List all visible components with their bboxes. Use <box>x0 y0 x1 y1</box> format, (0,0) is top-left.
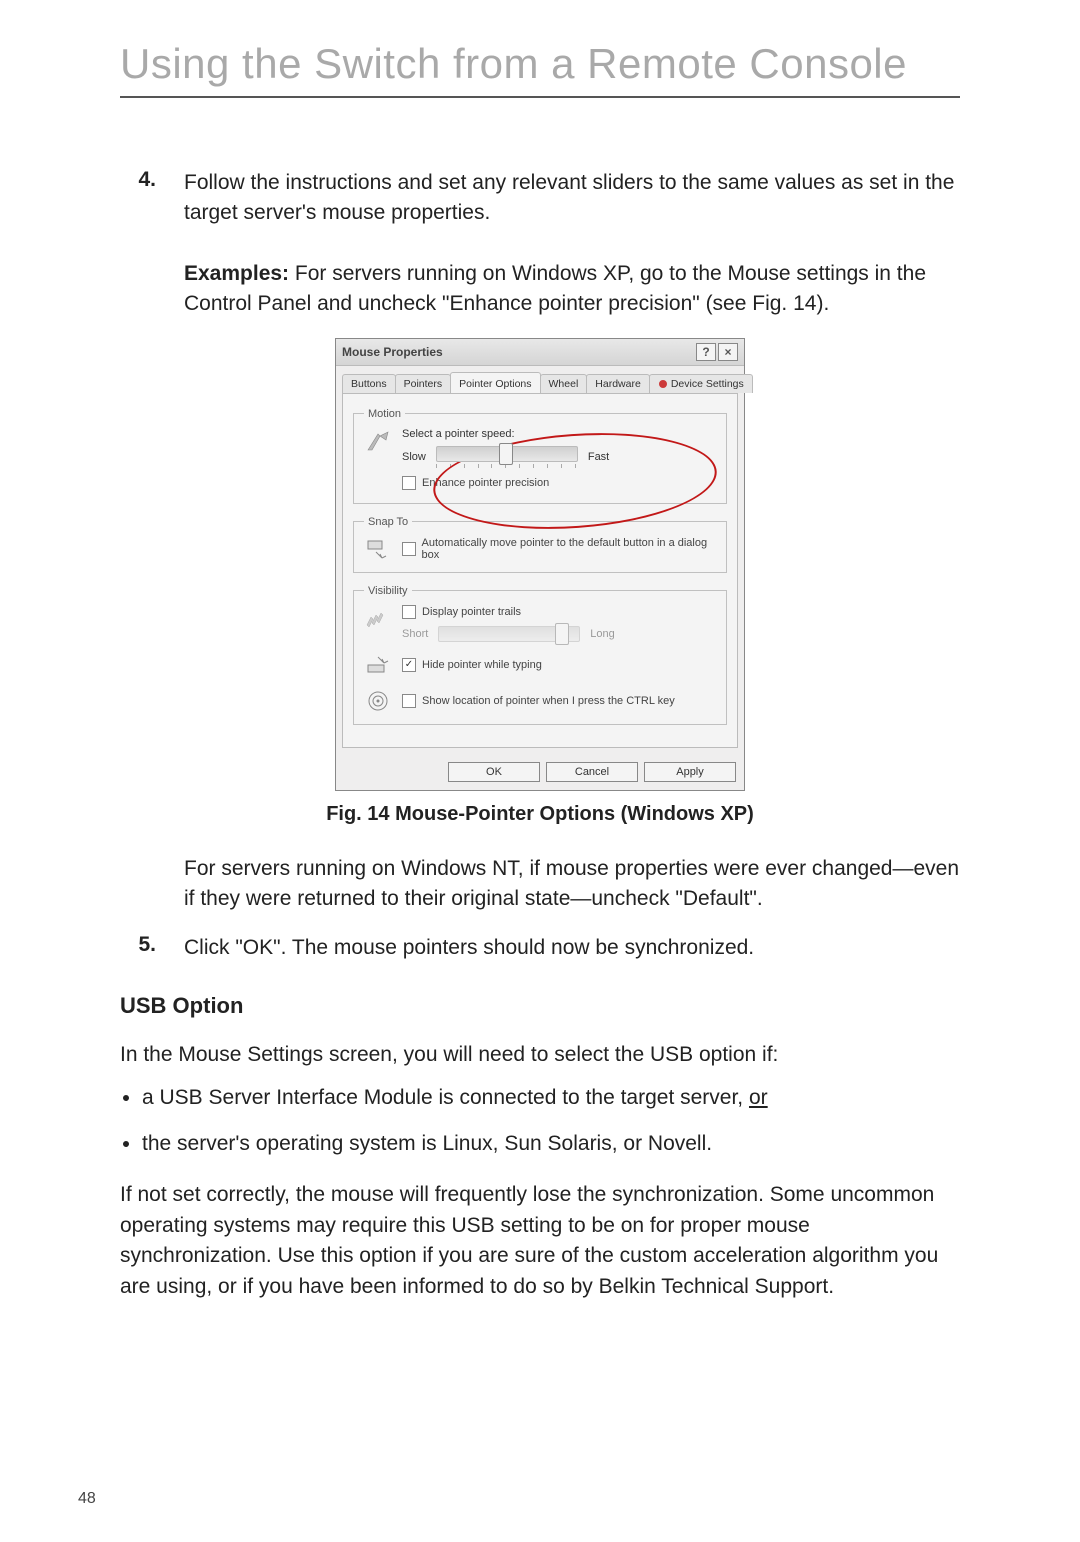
tab-device-settings[interactable]: Device Settings <box>649 374 753 393</box>
dialog-body: Motion Select a pointer speed: Slow <box>342 393 738 748</box>
motion-fast-label: Fast <box>588 451 609 463</box>
hide-typing-icon <box>364 652 392 678</box>
enhance-precision-box[interactable] <box>402 476 416 490</box>
cancel-button[interactable]: Cancel <box>546 762 638 782</box>
snap-to-label: Automatically move pointer to the defaul… <box>422 537 716 561</box>
tab-wheel[interactable]: Wheel <box>540 374 588 393</box>
hide-pointer-checkbox[interactable]: ✓ Hide pointer while typing <box>402 658 542 672</box>
pointer-trails-checkbox[interactable]: Display pointer trails <box>402 605 521 619</box>
step-5-number: 5. <box>120 933 156 963</box>
motion-label: Select a pointer speed: <box>402 428 716 440</box>
group-snap-to: Snap To Automatically move pointer to th… <box>353 516 727 573</box>
hide-pointer-box[interactable]: ✓ <box>402 658 416 672</box>
dialog-titlebar: Mouse Properties ? × <box>336 339 744 366</box>
ctrl-locate-box[interactable] <box>402 694 416 708</box>
tab-pointer-options[interactable]: Pointer Options <box>450 372 540 393</box>
motion-icon <box>364 428 392 454</box>
figure-14-caption: Fig. 14 Mouse-Pointer Options (Windows X… <box>120 803 960 826</box>
usb-intro: In the Mouse Settings screen, you will n… <box>120 1040 960 1070</box>
nt-paragraph: For servers running on Windows NT, if mo… <box>184 854 960 915</box>
examples-paragraph: Examples: For servers running on Windows… <box>184 259 960 320</box>
help-button[interactable]: ? <box>696 343 716 361</box>
trails-slider <box>438 626 580 642</box>
chapter-title: Using the Switch from a Remote Console <box>120 40 960 88</box>
ctrl-locate-icon <box>364 688 392 714</box>
hide-pointer-label: Hide pointer while typing <box>422 659 542 671</box>
usb-option-heading: USB Option <box>120 993 960 1019</box>
ctrl-locate-checkbox[interactable]: Show location of pointer when I press th… <box>402 694 675 708</box>
mouse-properties-dialog: Mouse Properties ? × Buttons Pointers Po… <box>335 338 745 791</box>
ctrl-locate-label: Show location of pointer when I press th… <box>422 695 675 707</box>
group-motion: Motion Select a pointer speed: Slow <box>353 408 727 504</box>
chapter-rule <box>120 96 960 98</box>
pointer-speed-slider[interactable] <box>436 446 578 462</box>
enhance-precision-checkbox[interactable]: Enhance pointer precision <box>402 476 549 490</box>
apply-button[interactable]: Apply <box>644 762 736 782</box>
pointer-trails-label: Display pointer trails <box>422 606 521 618</box>
step-4-text: Follow the instructions and set any rele… <box>184 168 960 229</box>
dialog-tabs: Buttons Pointers Pointer Options Wheel H… <box>336 366 744 393</box>
trails-thumb <box>555 623 569 645</box>
pointer-trails-box[interactable] <box>402 605 416 619</box>
pointer-speed-thumb[interactable] <box>499 443 513 465</box>
device-settings-icon <box>658 379 668 389</box>
snap-to-checkbox[interactable]: Automatically move pointer to the defaul… <box>402 537 716 561</box>
group-snap-to-legend: Snap To <box>364 516 412 528</box>
dialog-title: Mouse Properties <box>342 345 443 359</box>
close-button[interactable]: × <box>718 343 738 361</box>
group-visibility: Visibility Display pointer trails Short <box>353 585 727 725</box>
snap-to-box[interactable] <box>402 542 416 556</box>
snap-to-icon <box>364 536 392 562</box>
examples-text: For servers running on Windows XP, go to… <box>184 262 926 315</box>
usb-bullet-1: a USB Server Interface Module is connect… <box>142 1083 960 1113</box>
usb-detail-paragraph: If not set correctly, the mouse will fre… <box>120 1180 960 1302</box>
step-5-text: Click "OK". The mouse pointers should no… <box>184 933 960 963</box>
ok-button[interactable]: OK <box>448 762 540 782</box>
trails-icon <box>364 605 392 631</box>
step-4: 4. Follow the instructions and set any r… <box>120 168 960 229</box>
dialog-footer: OK Cancel Apply <box>336 754 744 790</box>
examples-label: Examples: <box>184 262 289 285</box>
enhance-precision-label: Enhance pointer precision <box>422 477 549 489</box>
tab-device-settings-label: Device Settings <box>671 378 744 390</box>
figure-14: Mouse Properties ? × Buttons Pointers Po… <box>120 338 960 791</box>
step-5: 5. Click "OK". The mouse pointers should… <box>120 933 960 963</box>
tab-hardware[interactable]: Hardware <box>586 374 650 393</box>
trails-long-label: Long <box>590 628 614 640</box>
group-motion-legend: Motion <box>364 408 405 420</box>
usb-bullet-2: the server's operating system is Linux, … <box>142 1129 960 1159</box>
step-4-number: 4. <box>120 168 156 229</box>
tab-buttons[interactable]: Buttons <box>342 374 396 393</box>
usb-bullet-1-or: or <box>749 1086 768 1109</box>
usb-bullet-1-text: a USB Server Interface Module is connect… <box>142 1086 749 1109</box>
tab-pointers[interactable]: Pointers <box>395 374 452 393</box>
motion-slow-label: Slow <box>402 451 426 463</box>
group-visibility-legend: Visibility <box>364 585 412 597</box>
page-number: 48 <box>78 1490 96 1508</box>
trails-short-label: Short <box>402 628 428 640</box>
usb-bullet-list: a USB Server Interface Module is connect… <box>120 1083 960 1160</box>
